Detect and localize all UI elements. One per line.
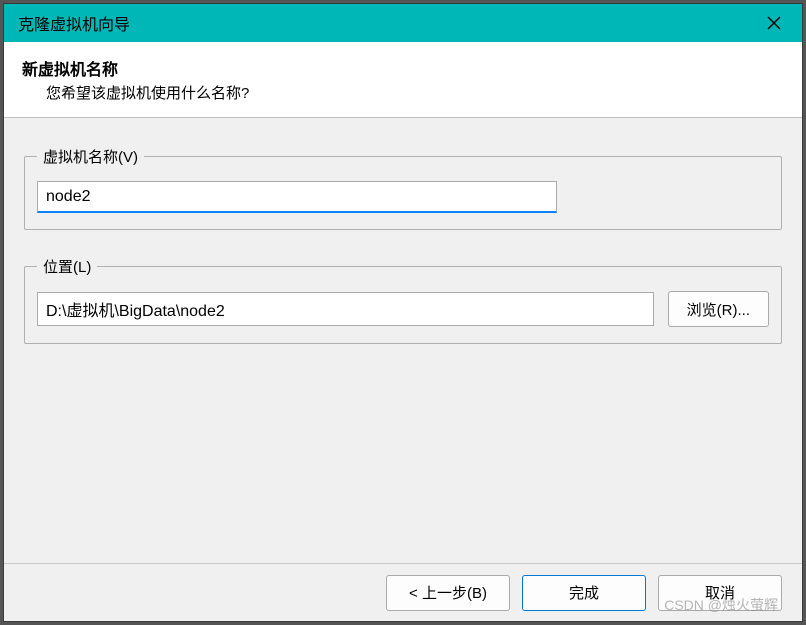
location-row: 浏览(R)... bbox=[37, 291, 769, 327]
close-icon bbox=[767, 16, 781, 30]
wizard-header: 新虚拟机名称 您希望该虚拟机使用什么名称? bbox=[4, 42, 802, 118]
browse-button[interactable]: 浏览(R)... bbox=[668, 291, 769, 327]
vm-location-input[interactable] bbox=[37, 292, 654, 326]
wizard-step-subtitle: 您希望该虚拟机使用什么名称? bbox=[22, 82, 784, 103]
vm-location-label: 位置(L) bbox=[37, 256, 97, 277]
vm-name-group: 虚拟机名称(V) bbox=[24, 146, 782, 230]
wizard-step-title: 新虚拟机名称 bbox=[22, 56, 784, 80]
window-title: 克隆虚拟机向导 bbox=[18, 11, 130, 35]
dialog-window: 克隆虚拟机向导 新虚拟机名称 您希望该虚拟机使用什么名称? 虚拟机名称(V) 位… bbox=[3, 3, 803, 622]
vm-name-input[interactable] bbox=[37, 181, 557, 213]
finish-button[interactable]: 完成 bbox=[522, 575, 646, 611]
close-button[interactable] bbox=[754, 8, 794, 38]
titlebar: 克隆虚拟机向导 bbox=[4, 4, 802, 42]
vm-name-label: 虚拟机名称(V) bbox=[37, 146, 144, 167]
cancel-button[interactable]: 取消 bbox=[658, 575, 782, 611]
back-button[interactable]: < 上一步(B) bbox=[386, 575, 510, 611]
vm-location-group: 位置(L) 浏览(R)... bbox=[24, 256, 782, 344]
wizard-footer: < 上一步(B) 完成 取消 bbox=[4, 563, 802, 621]
wizard-body: 虚拟机名称(V) 位置(L) 浏览(R)... bbox=[4, 118, 802, 563]
